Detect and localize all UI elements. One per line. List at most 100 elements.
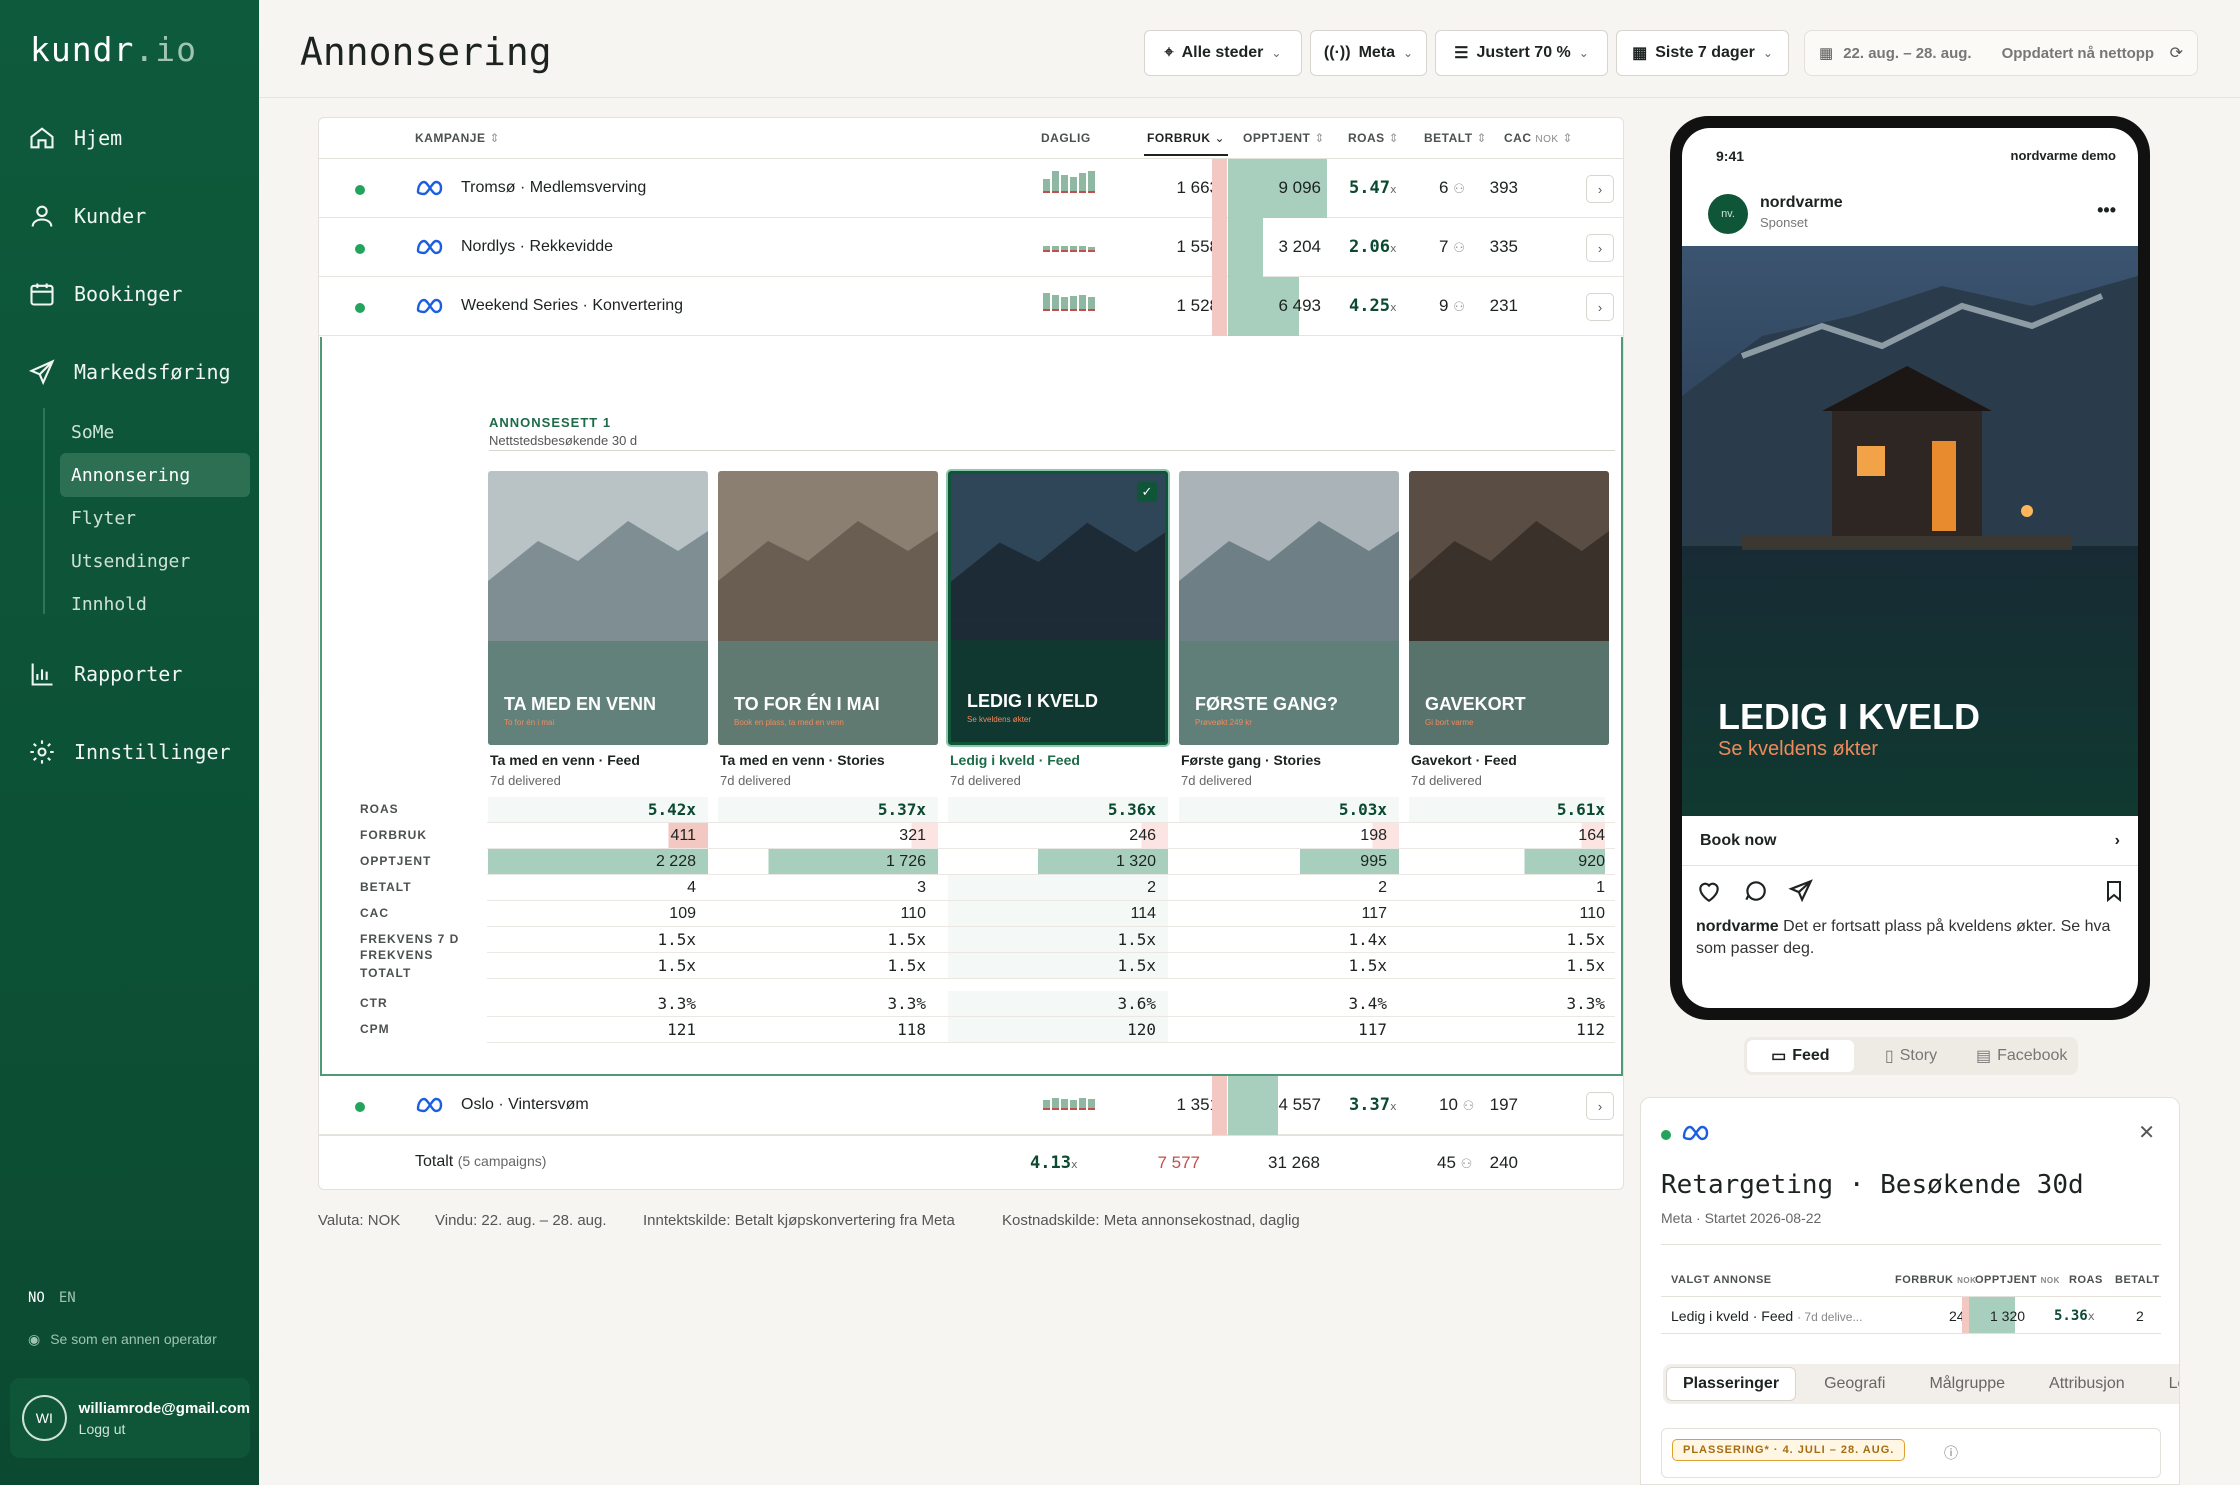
subnav-some[interactable]: SoMe <box>60 410 250 454</box>
col-roas[interactable]: ROAS ⇕ <box>1348 131 1399 145</box>
metric-cell: 117 <box>1361 905 1387 922</box>
metric-label: OPPTJENT <box>360 854 432 868</box>
creative-label: Ta med en venn · Feed <box>490 752 640 768</box>
metric-cell: 1.5x <box>657 956 696 975</box>
tab-attribution[interactable]: Attribusjon <box>2033 1367 2141 1401</box>
close-icon[interactable]: ✕ <box>2138 1120 2155 1145</box>
creative-card[interactable]: LEDIG I KVELD Se kveldens økter ✓ <box>948 471 1168 745</box>
gear-icon <box>30 740 54 764</box>
filter-locations[interactable]: ⌖ Alle steder ⌄ <box>1144 30 1302 76</box>
tab-placements[interactable]: Plasseringer <box>1666 1367 1797 1401</box>
tab-story[interactable]: ▯ Story <box>1858 1040 1965 1072</box>
detail-col-spend: FORBRUK NOK <box>1895 1274 1977 1286</box>
creative-sub: To for én i mai <box>504 718 555 727</box>
nav-settings[interactable]: Innstillinger <box>28 738 231 766</box>
adset-divider <box>489 450 1615 451</box>
creative-card[interactable]: FØRSTE GANG? Prøveøkt 249 kr <box>1179 471 1399 745</box>
tab-delivery[interactable]: Leve <box>2153 1367 2179 1401</box>
creative-delivered: 7d delivered <box>1411 773 1482 788</box>
tab-facebook[interactable]: ▤ Facebook <box>1968 1040 2075 1072</box>
lang-no[interactable]: NO <box>28 1290 45 1306</box>
detail-divider <box>1661 1244 2161 1245</box>
app-logo[interactable]: kundr.io <box>30 30 197 69</box>
detail-spend-bar <box>1962 1297 1969 1333</box>
metric-cell: 1.5x <box>887 930 926 949</box>
tab-geography[interactable]: Geografi <box>1808 1367 1901 1401</box>
meta-icon <box>416 239 443 255</box>
daily-sparkline <box>1043 226 1095 252</box>
meta-icon <box>416 180 443 196</box>
refresh-icon[interactable]: ⟳ <box>2170 43 2183 63</box>
heart-icon[interactable] <box>1696 878 1722 904</box>
nav-marketing[interactable]: Markedsføring <box>28 358 231 386</box>
creative-headline: GAVEKORT <box>1425 694 1526 714</box>
nav-customers[interactable]: Kunder <box>28 202 146 230</box>
spark-bar <box>1088 171 1095 193</box>
nav-home[interactable]: Hjem <box>28 124 122 152</box>
spend-bar <box>1212 218 1227 277</box>
pin-icon: ⌖ <box>1164 44 1174 61</box>
col-spend[interactable]: FORBRUK ⌄ <box>1147 131 1225 145</box>
creative-card[interactable]: TO FOR ÉN I MAI Book en plass, ta med en… <box>718 471 938 745</box>
creative-card[interactable]: GAVEKORT Gi bort varme <box>1409 471 1609 745</box>
logout-link[interactable]: Logg ut <box>79 1421 250 1437</box>
share-icon[interactable] <box>1788 878 1814 904</box>
table-row[interactable]: Oslo · Vintersvøm 1 351 4 557 3.37x 10 ⚇… <box>319 1076 1623 1135</box>
table-row[interactable]: Nordlys · Rekkevidde 1 558 3 204 2.06x 7… <box>319 218 1623 277</box>
expand-button[interactable]: › <box>1586 1092 1614 1120</box>
spark-bar <box>1043 179 1050 193</box>
col-paid[interactable]: BETALT ⇕ <box>1424 131 1487 145</box>
nav-bookings[interactable]: Bookinger <box>28 280 182 308</box>
more-icon[interactable]: ••• <box>2097 200 2116 221</box>
post-caption: nordvarme Det er fortsatt plass på kveld… <box>1696 918 2111 957</box>
status-dot <box>355 185 365 195</box>
expand-button[interactable]: › <box>1586 234 1614 262</box>
col-campaign[interactable]: KAMPANJE ⇕ <box>415 131 500 145</box>
nav-reports[interactable]: Rapporter <box>28 660 182 688</box>
metric-cell: 3.3% <box>657 994 696 1013</box>
filter-network[interactable]: ((·)) Meta ⌄ <box>1310 30 1427 76</box>
col-cac[interactable]: CAC NOK ⇕ <box>1504 131 1573 145</box>
table-row[interactable]: Weekend Series · Konvertering 1 528 6 49… <box>319 277 1623 336</box>
bookmark-icon[interactable] <box>2102 878 2126 904</box>
expand-button[interactable]: › <box>1586 293 1614 321</box>
info-icon[interactable]: ⓘ <box>1944 1443 1958 1463</box>
subnav-utsendinger[interactable]: Utsendinger <box>60 539 250 583</box>
creative-card[interactable]: TA MED EN VENN To for én i mai <box>488 471 708 745</box>
roas-value: 4.25x <box>1349 296 1397 316</box>
language-switch: NO EN <box>28 1290 76 1306</box>
creative-sub: Se kveldens økter <box>967 715 1032 724</box>
col-earned[interactable]: OPPTJENT ⇕ <box>1243 131 1325 145</box>
metric-cell: 246 <box>948 823 1168 848</box>
campaign-name[interactable]: Tromsø · Medlemsverving <box>461 179 646 197</box>
metric-cell: 1.5x <box>948 927 1168 952</box>
creative-label: Gavekort · Feed <box>1411 752 1517 768</box>
metric-cell: 112 <box>1576 1020 1605 1039</box>
operator-switch[interactable]: ◉ Se som en annen operatør <box>28 1330 248 1348</box>
tab-feed[interactable]: ▭ Feed <box>1747 1040 1854 1072</box>
spark-bar <box>1070 177 1077 193</box>
expand-button[interactable]: › <box>1586 175 1614 203</box>
comment-icon[interactable] <box>1742 878 1768 904</box>
campaign-name[interactable]: Oslo · Vintersvøm <box>461 1096 589 1114</box>
check-icon: ✓ <box>1137 482 1157 502</box>
lang-en[interactable]: EN <box>59 1290 76 1306</box>
table-row[interactable]: Tromsø · Medlemsverving 1 663 9 096 5.47… <box>319 159 1623 218</box>
detail-row[interactable]: Ledig i kveld · Feed · 7d delive... 246 … <box>1661 1296 2161 1334</box>
book-now-button[interactable]: Book now › <box>1682 816 2138 866</box>
creative-sub: Gi bort varme <box>1425 718 1474 727</box>
user-icon <box>31 205 53 227</box>
filter-adjusted[interactable]: ☰ Justert 70 % ⌄ <box>1435 30 1608 76</box>
user-box[interactable]: WI williamrode@gmail.com Logg ut <box>10 1378 250 1458</box>
subnav-flyter[interactable]: Flyter <box>60 496 250 540</box>
tab-audience[interactable]: Målgruppe <box>1913 1367 2021 1401</box>
campaign-name[interactable]: Weekend Series · Konvertering <box>461 297 683 315</box>
filter-period[interactable]: ▦ Siste 7 dager ⌄ <box>1616 30 1789 76</box>
subnav-innhold[interactable]: Innhold <box>60 582 250 626</box>
detail-roas: 5.36x <box>2054 1308 2095 1324</box>
spark-bar <box>1088 297 1095 311</box>
campaign-name[interactable]: Nordlys · Rekkevidde <box>461 238 613 256</box>
sidebar: kundr.io Hjem Kunder Bookinger Markedsfø… <box>0 0 259 1485</box>
metric-divider <box>487 1042 1615 1043</box>
subnav-annonsering[interactable]: Annonsering <box>60 453 250 497</box>
